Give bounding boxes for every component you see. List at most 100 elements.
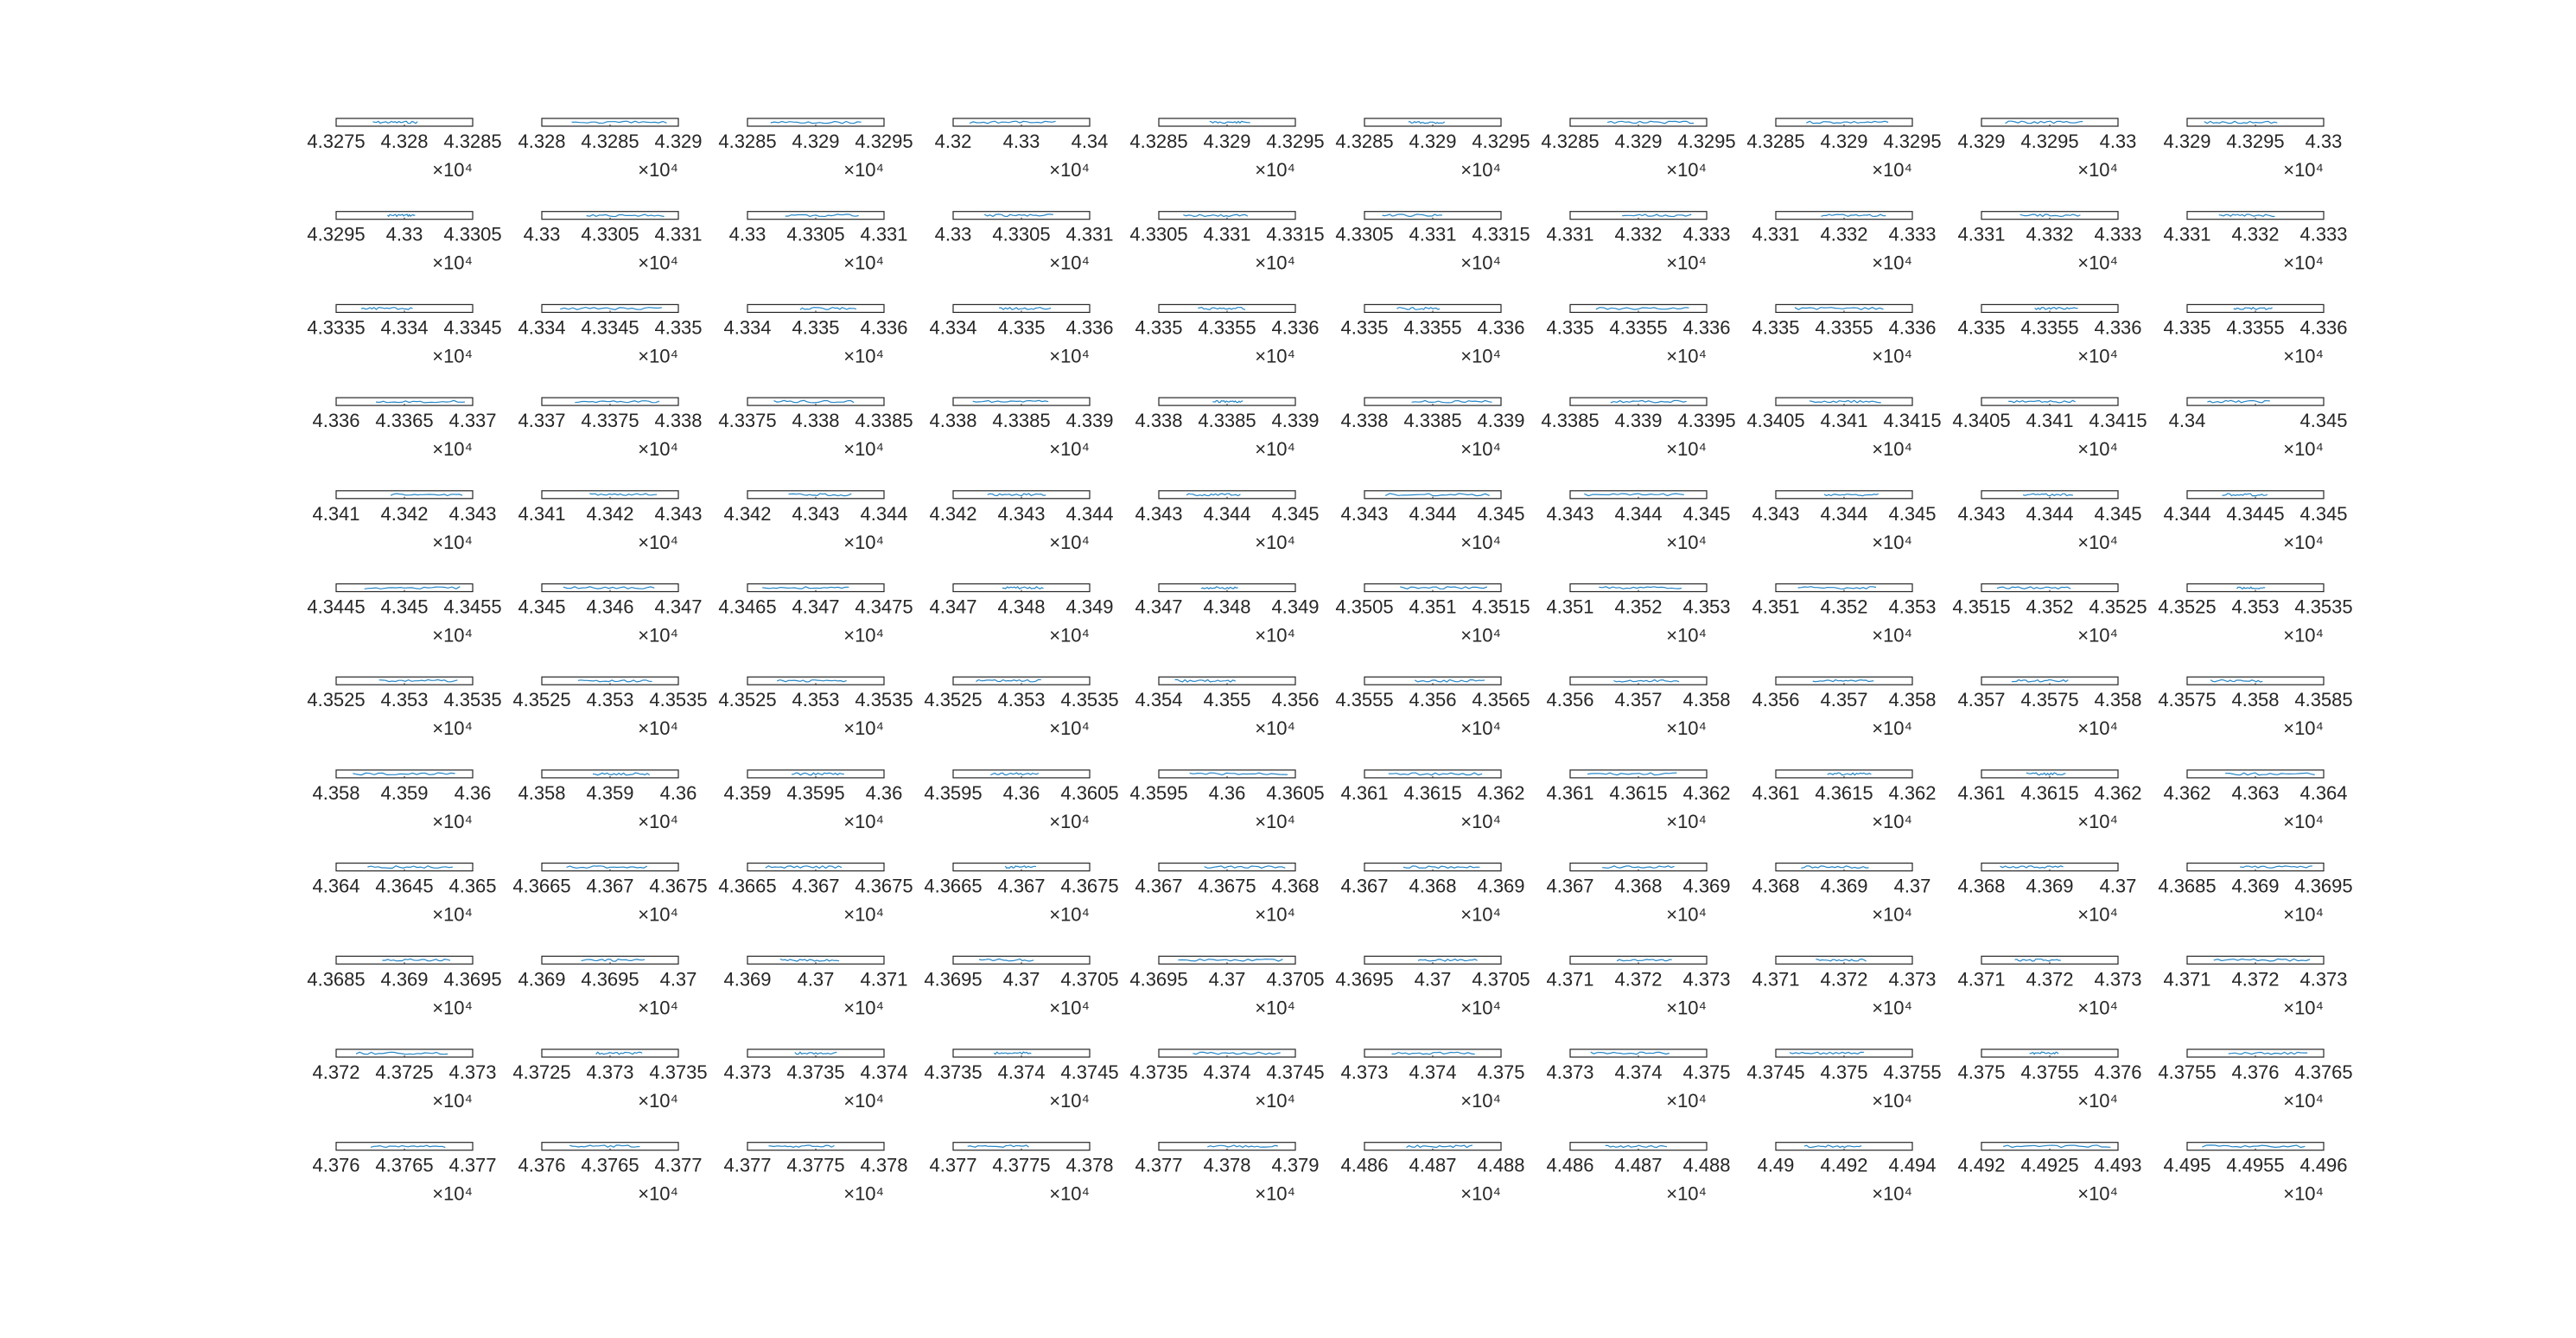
x-exponent-label: ×10⁴	[432, 345, 473, 366]
x-exponent-label: ×10⁴	[2077, 532, 2118, 553]
x-tick-label: 4.3305	[1129, 224, 1187, 245]
x-tick-label: 4.331	[2163, 224, 2210, 245]
x-tick-label: 4.328	[380, 131, 428, 152]
x-tick-label: 4.3445	[2226, 503, 2284, 525]
x-exponent-label: ×10⁴	[1666, 811, 1707, 832]
x-tick-label: 4.331	[1546, 224, 1593, 245]
x-tick-label: 4.329	[2163, 131, 2210, 152]
x-tick-label: 4.3675	[1060, 876, 1118, 897]
x-tick-label: 4.33	[935, 224, 972, 245]
x-tick-label: 4.3535	[1060, 689, 1118, 710]
x-tick-label: 4.335	[654, 316, 702, 338]
x-tick-label: 4.3275	[307, 131, 365, 152]
x-exponent-label: ×10⁴	[843, 532, 884, 553]
x-tick-label: 4.351	[1409, 596, 1456, 618]
x-tick-label: 4.331	[654, 224, 702, 245]
x-tick-label: 4.362	[1477, 782, 1524, 804]
x-tick-label: 4.372	[1820, 968, 1867, 990]
x-tick-label: 4.333	[1682, 224, 1730, 245]
x-exponent-label: ×10⁴	[843, 438, 884, 460]
x-tick-label: 4.344	[2026, 503, 2073, 525]
x-tick-label: 4.3315	[1266, 224, 1324, 245]
x-tick-label: 4.344	[1203, 503, 1250, 525]
x-exponent-label: ×10⁴	[638, 1090, 678, 1112]
x-tick-label: 4.368	[1957, 876, 2005, 897]
x-tick-label: 4.3395	[1677, 410, 1735, 431]
x-tick-label: 4.3315	[1472, 224, 1530, 245]
x-exponent-label: ×10⁴	[1255, 159, 1295, 181]
x-tick-label: 4.367	[1546, 876, 1593, 897]
x-tick-label: 4.3615	[2020, 782, 2078, 804]
x-tick-label: 4.354	[1135, 689, 1182, 710]
x-tick-label: 4.3675	[649, 876, 707, 897]
x-tick-label: 4.331	[1065, 224, 1113, 245]
x-tick-label: 4.33	[2306, 131, 2343, 152]
x-tick-label: 4.363	[2231, 782, 2279, 804]
x-exponent-label: ×10⁴	[2077, 904, 2118, 926]
x-tick-label: 4.33	[524, 224, 561, 245]
x-tick-label: 4.486	[1340, 1155, 1388, 1176]
x-tick-label: 4.3695	[2294, 876, 2352, 897]
x-exponent-label: ×10⁴	[1666, 997, 1707, 1018]
x-tick-label: 4.356	[1271, 689, 1319, 710]
x-tick-label: 4.364	[312, 876, 359, 897]
x-tick-label: 4.4955	[2226, 1155, 2284, 1176]
x-tick-label: 4.33	[2100, 131, 2137, 152]
x-tick-label: 4.37	[1415, 968, 1452, 990]
x-tick-label: 4.3295	[2226, 131, 2284, 152]
x-tick-label: 4.3285	[1746, 131, 1804, 152]
x-exponent-label: ×10⁴	[1460, 1183, 1501, 1205]
x-tick-label: 4.371	[1546, 968, 1593, 990]
x-tick-label: 4.346	[586, 596, 633, 618]
x-tick-label: 4.3355	[2020, 316, 2078, 338]
x-exponent-label: ×10⁴	[2283, 997, 2324, 1018]
x-tick-label: 4.358	[312, 782, 359, 804]
x-tick-label: 4.341	[1820, 410, 1867, 431]
x-tick-label: 4.492	[1820, 1155, 1867, 1176]
x-exponent-label: ×10⁴	[638, 252, 678, 274]
x-tick-label: 4.338	[654, 410, 702, 431]
x-tick-label: 4.488	[1682, 1155, 1730, 1176]
x-exponent-label: ×10⁴	[1872, 1090, 1912, 1112]
x-tick-label: 4.3705	[1266, 968, 1324, 990]
x-tick-label: 4.3525	[2089, 596, 2147, 618]
x-exponent-label: ×10⁴	[2077, 1183, 2118, 1205]
x-tick-label: 4.488	[1477, 1155, 1524, 1176]
x-tick-label: 4.3595	[1129, 782, 1187, 804]
x-exponent-label: ×10⁴	[2283, 252, 2324, 274]
x-tick-label: 4.332	[2231, 224, 2279, 245]
x-tick-label: 4.3375	[581, 410, 639, 431]
x-tick-label: 4.334	[723, 316, 771, 338]
x-tick-label: 4.374	[1203, 1061, 1250, 1083]
x-exponent-label: ×10⁴	[843, 345, 884, 366]
x-tick-label: 4.3665	[718, 876, 776, 897]
x-tick-label: 4.345	[1477, 503, 1524, 525]
x-exponent-label: ×10⁴	[1666, 904, 1707, 926]
x-tick-label: 4.338	[1340, 410, 1388, 431]
x-tick-label: 4.3525	[512, 689, 570, 710]
x-tick-label: 4.3285	[1335, 131, 1393, 152]
x-tick-label: 4.374	[997, 1061, 1045, 1083]
x-tick-label: 4.371	[860, 968, 907, 990]
x-tick-label: 4.3305	[992, 224, 1050, 245]
x-exponent-label: ×10⁴	[1255, 1090, 1295, 1112]
x-tick-label: 4.3755	[2020, 1061, 2078, 1083]
x-tick-label: 4.349	[1065, 596, 1113, 618]
x-tick-label: 4.369	[723, 968, 771, 990]
x-tick-label: 4.351	[1752, 596, 1799, 618]
x-tick-label: 4.368	[1752, 876, 1799, 897]
x-tick-label: 4.336	[1682, 316, 1730, 338]
x-tick-label: 4.372	[312, 1061, 359, 1083]
x-tick-label: 4.352	[1614, 596, 1662, 618]
x-tick-label: 4.348	[997, 596, 1045, 618]
small-multiples-figure: 4.3275 4.328 4.3285×10⁴4.328 4.3285 4.329×10…	[0, 0, 2576, 1338]
x-exponent-label: ×10⁴	[1460, 159, 1501, 181]
x-tick-label: 4.3385	[992, 410, 1050, 431]
x-tick-label: 4.374	[860, 1061, 907, 1083]
x-tick-label: 4.3575	[2158, 689, 2216, 710]
x-tick-label: 4.3355	[1815, 316, 1873, 338]
x-exponent-label: ×10⁴	[432, 997, 473, 1018]
x-tick-label: 4.371	[2163, 968, 2210, 990]
x-exponent-label: ×10⁴	[1872, 717, 1912, 739]
x-tick-label: 4.3665	[924, 876, 982, 897]
